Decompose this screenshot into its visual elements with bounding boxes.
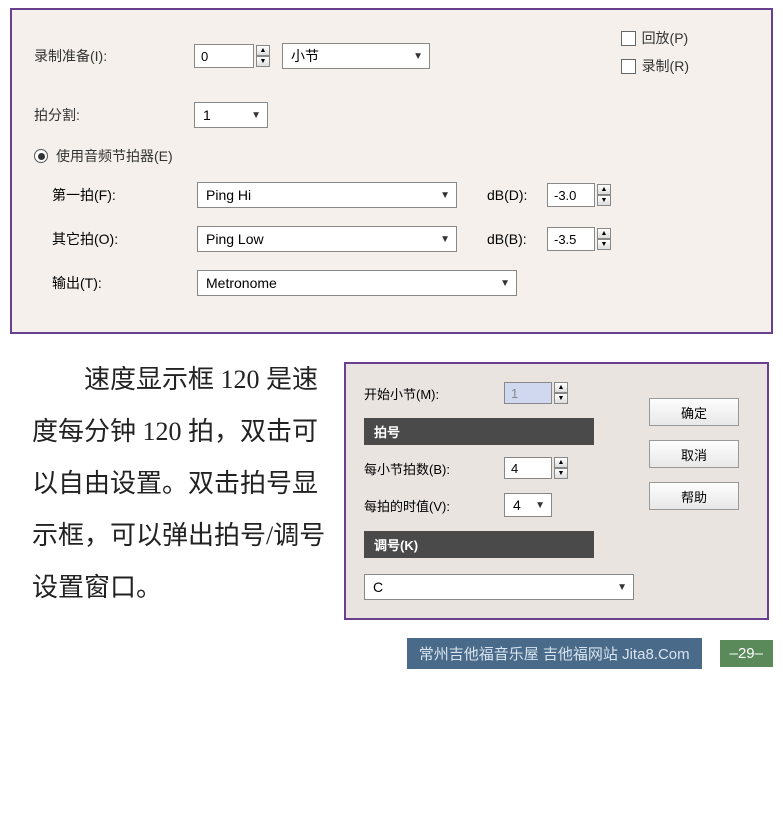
beat-value-select[interactable]: 4 ▼ — [504, 493, 552, 517]
beat-division-label: 拍分割: — [34, 105, 194, 125]
chevron-down-icon: ▼ — [500, 278, 510, 289]
first-beat-label: 第一拍(F): — [52, 185, 197, 205]
other-beat-select[interactable]: Ping Low ▼ — [197, 226, 457, 252]
record-prepare-input[interactable] — [194, 44, 254, 68]
playback-row: 回放(P) — [621, 28, 689, 48]
db-b-label: dB(B): — [487, 231, 547, 247]
beat-division-row: 拍分割: 1 ▼ — [34, 102, 749, 128]
key-value: C — [373, 579, 383, 595]
output-row: 输出(T): Metronome ▼ — [52, 270, 749, 296]
spinner-up-icon[interactable]: ▲ — [597, 228, 611, 239]
spinner-down-icon[interactable]: ▼ — [554, 393, 568, 404]
beats-per-measure-row: 每小节拍数(B): ▲ ▼ — [364, 457, 634, 479]
time-signature-header: 拍号 — [364, 418, 594, 445]
record-prepare-label: 录制准备(I): — [34, 46, 194, 66]
beat-division-select[interactable]: 1 ▼ — [194, 102, 268, 128]
spinner-up-icon[interactable]: ▲ — [554, 382, 568, 393]
content-area: 速度显示框 120 是速度每分钟 120 拍，双击可以自由设置。双击拍号显示框，… — [10, 344, 773, 620]
footer-credits: 常州吉他福音乐屋 吉他福网站 Jita8.Com — [407, 638, 702, 669]
output-select[interactable]: Metronome ▼ — [197, 270, 517, 296]
chevron-down-icon: ▼ — [617, 582, 627, 593]
record-checkbox[interactable] — [621, 59, 636, 74]
playback-checkbox[interactable] — [621, 31, 636, 46]
chevron-down-icon: ▼ — [440, 190, 450, 201]
record-label: 录制(R) — [642, 56, 689, 76]
record-prepare-row: 录制准备(I): ▲ ▼ 小节 ▼ 回放(P) 录制(R) — [34, 28, 749, 84]
other-beat-label: 其它拍(O): — [52, 229, 197, 249]
spinner-down-icon[interactable]: ▼ — [597, 239, 611, 250]
chevron-down-icon: ▼ — [535, 500, 545, 511]
measure-select[interactable]: 小节 ▼ — [282, 43, 430, 69]
spinner-down-icon[interactable]: ▼ — [597, 195, 611, 206]
other-beat-value: Ping Low — [206, 231, 264, 247]
page-footer: 常州吉他福音乐屋 吉他福网站 Jita8.Com –29– — [0, 638, 773, 669]
beats-per-measure-label: 每小节拍数(B): — [364, 459, 504, 478]
key-signature-header: 调号(K) — [364, 531, 594, 558]
chevron-down-icon: ▼ — [413, 51, 423, 62]
db-d-label: dB(D): — [487, 187, 547, 203]
key-select[interactable]: C ▼ — [364, 574, 634, 600]
beat-value-row: 每拍的时值(V): 4 ▼ — [364, 493, 634, 517]
output-value: Metronome — [206, 275, 277, 291]
start-measure-input[interactable] — [504, 382, 552, 404]
db-d-input[interactable] — [547, 183, 595, 207]
beat-value-label: 每拍的时值(V): — [364, 496, 504, 515]
output-label: 输出(T): — [52, 273, 197, 293]
spinner-down-icon[interactable]: ▼ — [554, 468, 568, 479]
cancel-button[interactable]: 取消 — [649, 440, 739, 468]
spinner-up-icon[interactable]: ▲ — [256, 45, 270, 56]
first-beat-select[interactable]: Ping Hi ▼ — [197, 182, 457, 208]
start-measure-label: 开始小节(M): — [364, 384, 504, 403]
beats-per-measure-spinner: ▲ ▼ — [554, 457, 568, 479]
audio-metronome-row: 使用音频节拍器(E) — [34, 146, 749, 166]
audio-metronome-label: 使用音频节拍器(E) — [56, 146, 173, 166]
spinner-up-icon[interactable]: ▲ — [597, 184, 611, 195]
db-b-input[interactable] — [547, 227, 595, 251]
ok-button[interactable]: 确定 — [649, 398, 739, 426]
start-measure-row: 开始小节(M): ▲ ▼ — [364, 382, 634, 404]
help-button[interactable]: 帮助 — [649, 482, 739, 510]
page-number: –29– — [720, 640, 773, 667]
beat-division-value: 1 — [203, 107, 211, 123]
beats-per-measure-input[interactable] — [504, 457, 552, 479]
record-row: 录制(R) — [621, 56, 689, 76]
metronome-sub-section: 第一拍(F): Ping Hi ▼ dB(D): ▲ ▼ 其它拍(O): Pin… — [34, 182, 749, 296]
first-beat-value: Ping Hi — [206, 187, 251, 203]
metronome-settings-panel: 录制准备(I): ▲ ▼ 小节 ▼ 回放(P) 录制(R) 拍分割: 1 ▼ — [10, 8, 773, 334]
chevron-down-icon: ▼ — [251, 110, 261, 121]
spinner-down-icon[interactable]: ▼ — [256, 56, 270, 67]
measure-select-value: 小节 — [291, 46, 319, 66]
audio-metronome-radio[interactable] — [34, 149, 48, 163]
record-prepare-spinner: ▲ ▼ — [256, 45, 270, 67]
playback-label: 回放(P) — [642, 28, 689, 48]
beat-value-value: 4 — [513, 497, 521, 513]
other-beat-row: 其它拍(O): Ping Low ▼ dB(B): ▲ ▼ — [52, 226, 749, 252]
playback-record-group: 回放(P) 录制(R) — [621, 28, 689, 84]
dialog-left-column: 开始小节(M): ▲ ▼ 拍号 每小节拍数(B): ▲ ▼ — [364, 382, 634, 600]
dialog-button-group: 确定 取消 帮助 — [649, 398, 739, 510]
time-key-signature-dialog: 确定 取消 帮助 开始小节(M): ▲ ▼ 拍号 每小节拍数(B) — [344, 362, 769, 620]
chevron-down-icon: ▼ — [440, 234, 450, 245]
spinner-up-icon[interactable]: ▲ — [554, 457, 568, 468]
db-d-spinner: ▲ ▼ — [597, 184, 611, 206]
first-beat-row: 第一拍(F): Ping Hi ▼ dB(D): ▲ ▼ — [52, 182, 749, 208]
explanation-text: 速度显示框 120 是速度每分钟 120 拍，双击可以自由设置。双击拍号显示框，… — [10, 344, 340, 614]
start-measure-spinner: ▲ ▼ — [554, 382, 568, 404]
dialog-inner: 确定 取消 帮助 开始小节(M): ▲ ▼ 拍号 每小节拍数(B) — [364, 382, 753, 600]
db-b-spinner: ▲ ▼ — [597, 228, 611, 250]
